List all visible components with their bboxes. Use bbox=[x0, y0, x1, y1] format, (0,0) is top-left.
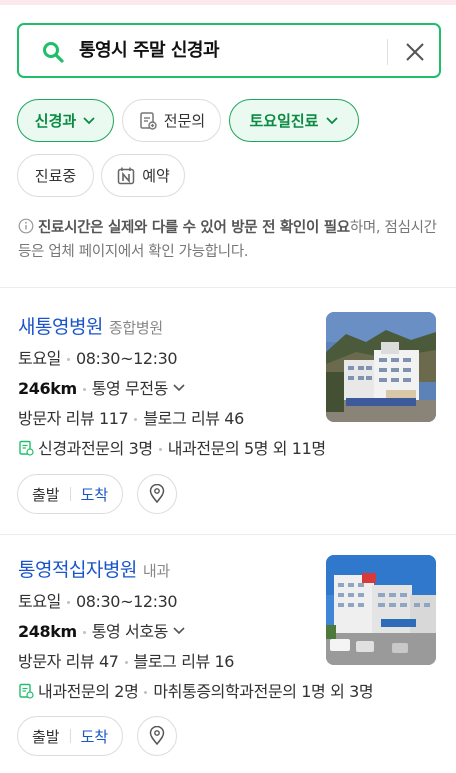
search-divider bbox=[387, 39, 388, 65]
depart-button[interactable]: 출발 bbox=[32, 484, 60, 505]
search-query[interactable]: 통영시 주말 신경과 bbox=[79, 39, 220, 63]
top-accent-line bbox=[0, 0, 456, 5]
specialist-doc-icon bbox=[19, 440, 34, 456]
filter-chip-booking[interactable]: 예약 bbox=[101, 154, 185, 197]
distance: 248km bbox=[18, 622, 77, 641]
depart-button[interactable]: 출발 bbox=[32, 726, 60, 747]
review-line[interactable]: 방문자 리뷰 47 블로그 리뷰 16 bbox=[18, 648, 234, 672]
visitor-reviews[interactable]: 방문자 리뷰 117 bbox=[18, 409, 129, 428]
area: 통영 서호동 bbox=[91, 622, 169, 641]
specialist-line: 내과전문의 2명 마취통증의학과전문의 1명 외 3명 bbox=[18, 678, 374, 702]
arrive-button[interactable]: 도착 bbox=[81, 726, 109, 747]
visitor-reviews[interactable]: 방문자 리뷰 47 bbox=[18, 652, 119, 671]
map-pin-button[interactable] bbox=[137, 474, 177, 514]
hospital-building-image bbox=[326, 312, 436, 422]
naver-booking-icon bbox=[117, 167, 135, 184]
hours-time: 08:30~12:30 bbox=[75, 592, 178, 611]
filter-chip-label: 신경과 bbox=[34, 112, 77, 130]
specialists-primary: 내과전문의 2명 bbox=[38, 682, 139, 701]
section-divider bbox=[0, 287, 456, 288]
filter-chip-label: 전문의 bbox=[163, 112, 206, 130]
distance-line[interactable]: 246km 통영 무전동 bbox=[18, 375, 186, 399]
place-photo[interactable] bbox=[326, 312, 436, 422]
filter-chip-neurology[interactable]: 신경과 bbox=[17, 99, 114, 142]
hours-notice: 진료시간은 실제와 다를 수 있어 방문 전 확인이 필요하며, 점심시간 등은… bbox=[18, 216, 438, 264]
chevron-down-icon bbox=[325, 116, 338, 124]
result-card[interactable]: 통영적십자병원 내과 토요일 08:30~12:30 248km 통영 서호동 방문자… bbox=[0, 555, 456, 773]
filter-chip-label: 토요일진료 bbox=[249, 112, 319, 130]
search-bar[interactable]: 통영시 주말 신경과 bbox=[17, 23, 441, 78]
result-card[interactable]: 새통영병원 종합병원 토요일 08:30~12:30 246km 통영 무전동 방문자… bbox=[0, 312, 456, 527]
specialist-line: 신경과전문의 3명 내과전문의 5명 외 11명 bbox=[18, 435, 326, 459]
filter-chip-specialist[interactable]: 전문의 bbox=[122, 99, 221, 142]
hours-line: 토요일 08:30~12:30 bbox=[18, 588, 178, 612]
blog-reviews[interactable]: 블로그 리뷰 46 bbox=[143, 409, 244, 428]
place-name[interactable]: 새통영병원 종합병원 bbox=[18, 312, 163, 339]
hospital-building-image bbox=[326, 555, 436, 665]
directions-button[interactable]: 출발 도착 bbox=[17, 716, 124, 756]
chevron-down-icon bbox=[83, 116, 95, 124]
notice-bold: 진료시간은 실제와 다를 수 있어 방문 전 확인이 필요 bbox=[38, 220, 350, 236]
filter-chip-saturday[interactable]: 토요일진료 bbox=[229, 99, 359, 142]
blog-reviews[interactable]: 블로그 리뷰 16 bbox=[134, 652, 235, 671]
filter-chip-label: 예약 bbox=[142, 167, 170, 185]
chevron-down-icon[interactable] bbox=[172, 383, 186, 393]
specialists-primary: 신경과전문의 3명 bbox=[38, 439, 153, 458]
place-category: 종합병원 bbox=[108, 319, 163, 337]
arrive-button[interactable]: 도착 bbox=[81, 484, 109, 505]
result-divider bbox=[0, 534, 456, 535]
hours-day: 토요일 bbox=[18, 349, 61, 368]
area: 통영 무전동 bbox=[91, 379, 169, 398]
specialists-other: 내과전문의 5명 외 11명 bbox=[167, 439, 326, 458]
place-name[interactable]: 통영적십자병원 내과 bbox=[18, 555, 170, 582]
map-pin-icon bbox=[149, 484, 165, 504]
filter-chip-label: 진료중 bbox=[34, 167, 77, 185]
distance-line[interactable]: 248km 통영 서호동 bbox=[18, 618, 186, 642]
hours-time: 08:30~12:30 bbox=[75, 349, 178, 368]
specialists-other: 마취통증의학과전문의 1명 외 3명 bbox=[153, 682, 374, 701]
review-line[interactable]: 방문자 리뷰 117 블로그 리뷰 46 bbox=[18, 405, 244, 429]
place-category: 내과 bbox=[142, 562, 170, 580]
hours-day: 토요일 bbox=[18, 592, 61, 611]
chevron-down-icon[interactable] bbox=[172, 626, 186, 636]
search-icon bbox=[43, 42, 64, 63]
filter-chip-open-now[interactable]: 진료중 bbox=[17, 154, 94, 197]
close-icon[interactable] bbox=[402, 39, 428, 65]
map-pin-button[interactable] bbox=[137, 716, 177, 756]
map-pin-icon bbox=[149, 726, 165, 746]
directions-button[interactable]: 출발 도착 bbox=[17, 474, 124, 514]
specialist-doc-icon bbox=[19, 683, 34, 699]
info-icon bbox=[18, 218, 34, 234]
hours-line: 토요일 08:30~12:30 bbox=[18, 345, 178, 369]
place-title[interactable]: 통영적십자병원 bbox=[18, 559, 137, 581]
place-title[interactable]: 새통영병원 bbox=[18, 316, 103, 338]
distance: 246km bbox=[18, 379, 77, 398]
place-photo[interactable] bbox=[326, 555, 436, 665]
specialist-doc-icon bbox=[140, 111, 157, 130]
